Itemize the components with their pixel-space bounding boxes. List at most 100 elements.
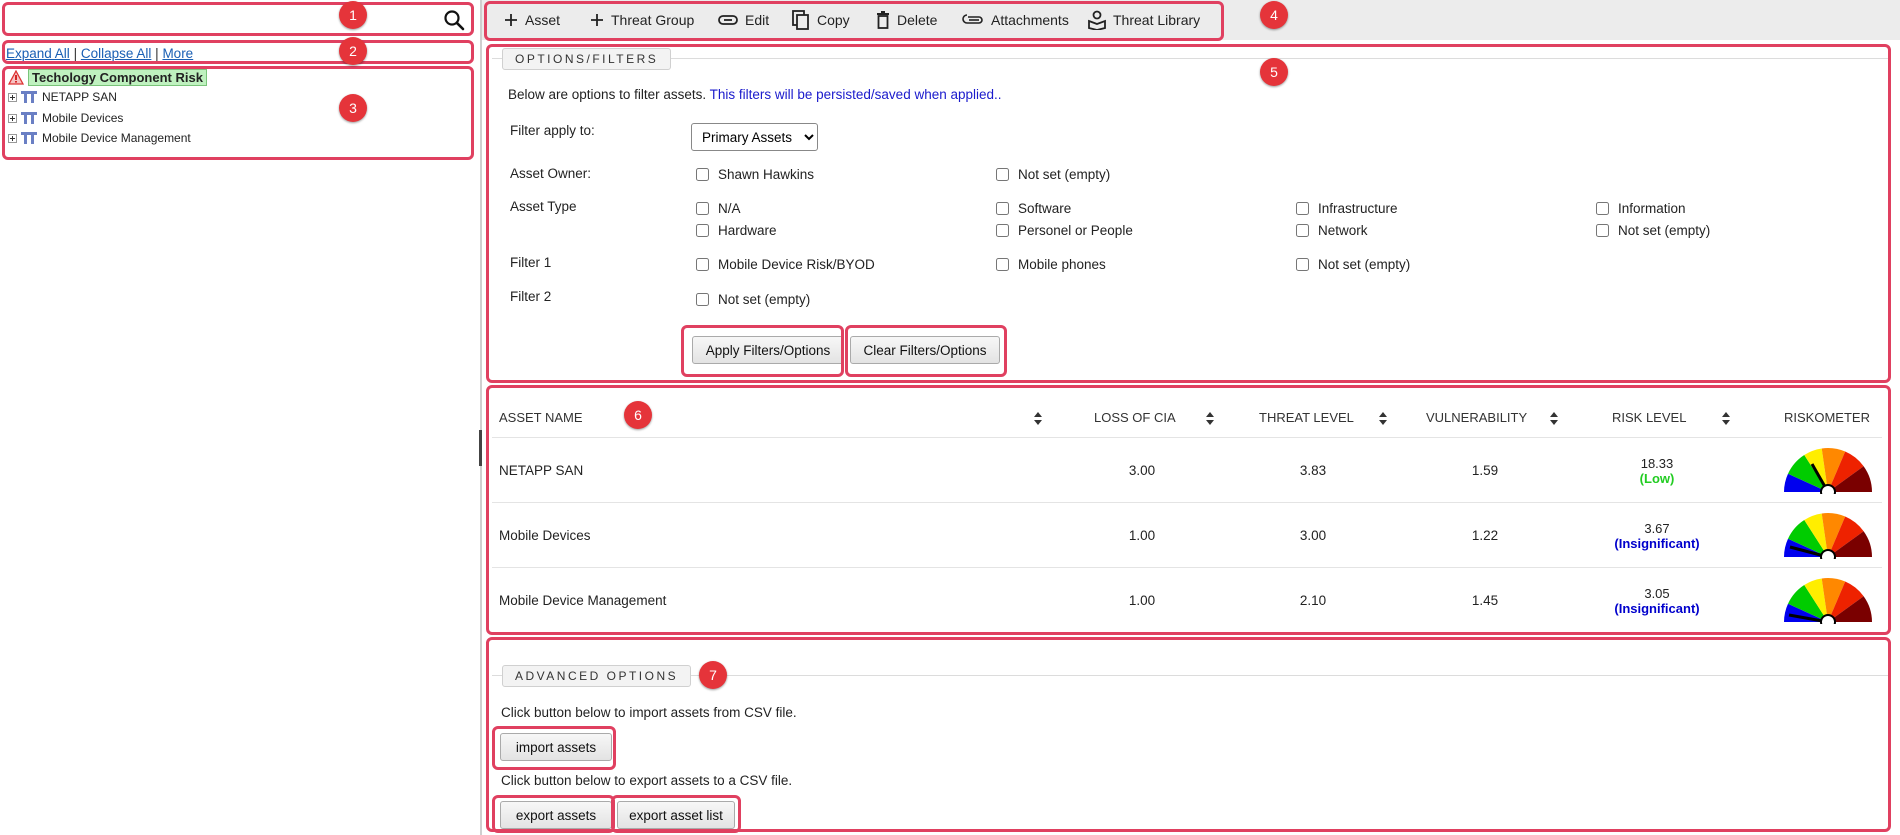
asset-type-checkbox[interactable]: Not set (empty) [1596,223,1710,238]
panel-splitter[interactable] [480,0,482,835]
paperclip-icon [962,14,983,24]
export-asset-list-button[interactable]: export asset list [617,801,735,829]
asset-type-checkbox[interactable]: Infrastructure [1296,201,1398,216]
checkbox[interactable] [696,224,709,237]
threat-library-button[interactable]: Threat Library [1088,0,1200,40]
risk-cell: 3.05 (Insignificant) [1597,586,1717,616]
asset-icon [21,112,37,124]
asset-icon [21,132,37,144]
risk-level-insignificant: (Insignificant) [1614,536,1700,551]
filter1-label: Filter 1 [510,255,552,270]
expand-icon[interactable] [8,133,17,143]
checkbox[interactable] [1596,224,1609,237]
col-header-riskometer: RISKOMETER [1784,410,1870,425]
search-icon[interactable] [443,9,465,34]
asset-type-checkbox[interactable]: N/A [696,201,741,216]
advanced-legend: ADVANCED OPTIONS [502,665,692,687]
attachments-button[interactable]: Attachments [962,0,1069,40]
export-assets-button[interactable]: export assets [500,801,612,829]
warning-icon [8,69,24,85]
checkbox[interactable] [696,168,709,181]
col-header-risk-level[interactable]: RISK LEVEL [1612,410,1686,425]
checkbox[interactable] [1296,258,1309,271]
checkbox[interactable] [996,202,1009,215]
expand-icon[interactable] [8,113,17,123]
import-assets-button[interactable]: import assets [500,733,612,761]
col-header-vulnerability[interactable]: VULNERABILITY [1426,410,1527,425]
asset-type-checkbox[interactable]: Hardware [696,223,777,238]
sort-icon[interactable] [1722,411,1730,427]
checkbox[interactable] [1296,224,1309,237]
checkbox[interactable] [696,202,709,215]
filter1-checkbox[interactable]: Mobile Device Risk/BYOD [696,257,875,272]
checkbox[interactable] [696,258,709,271]
risk-value: 3.67 [1644,521,1670,536]
tree-item-label[interactable]: Mobile Device Management [42,131,191,145]
link-separator: | [73,46,78,61]
filter2-checkbox[interactable]: Not set (empty) [696,292,810,307]
risk-value: 18.33 [1640,456,1674,471]
expand-icon[interactable] [8,92,17,102]
loss-cell: 1.00 [1128,593,1156,608]
clear-filters-button[interactable]: Clear Filters/Options [850,336,1000,364]
tree-item-mobile-device-management[interactable]: Mobile Device Management [8,129,191,147]
tree-item-netapp-san[interactable]: NETAPP SAN [8,88,117,106]
tree-item-mobile-devices[interactable]: Mobile Devices [8,109,123,127]
filters-intro: Below are options to filter assets. This… [508,87,1002,102]
collapse-all-link[interactable]: Collapse All [81,46,152,61]
asset-name-cell[interactable]: Mobile Device Management [499,593,666,608]
asset-type-checkbox[interactable]: Network [1296,223,1368,238]
sort-icon[interactable] [1034,411,1042,427]
asset-owner-label: Asset Owner: [510,166,592,181]
search-input[interactable] [6,6,472,36]
filter1-checkbox[interactable]: Not set (empty) [1296,257,1410,272]
plus-icon [505,14,517,26]
risk-level-low: (Low) [1639,471,1675,486]
checkbox[interactable] [1296,202,1309,215]
filter1-checkbox[interactable]: Mobile phones [996,257,1106,272]
asset-type-checkbox[interactable]: Information [1596,201,1686,216]
more-link[interactable]: More [162,46,193,61]
apply-filters-button[interactable]: Apply Filters/Options [692,336,844,364]
delete-button[interactable]: Delete [876,0,937,40]
checkbox[interactable] [1596,202,1609,215]
asset-icon [21,91,37,103]
asset-owner-checkbox[interactable]: Not set (empty) [996,167,1110,182]
tree-root[interactable]: Techology Component Risk [8,68,207,86]
checkbox[interactable] [996,224,1009,237]
col-header-asset-name[interactable]: ASSET NAME [499,410,583,425]
asset-owner-checkbox[interactable]: Shawn Hawkins [696,167,814,182]
sort-icon[interactable] [1379,411,1387,427]
row-divider [492,502,1882,503]
risk-value: 3.05 [1644,586,1670,601]
checkbox[interactable] [996,258,1009,271]
tree-item-label[interactable]: Mobile Devices [42,111,123,125]
checkbox[interactable] [696,293,709,306]
callout-badge-2: 2 [339,37,367,65]
callout-badge-1: 1 [339,1,367,29]
tree-item-label[interactable]: NETAPP SAN [42,90,117,104]
import-text: Click button below to import assets from… [501,705,797,720]
splitter-handle[interactable] [479,430,482,466]
asset-type-checkbox[interactable]: Personel or People [996,223,1133,238]
asset-name-cell[interactable]: NETAPP SAN [499,463,583,478]
filter2-label: Filter 2 [510,289,552,304]
col-header-threat-level[interactable]: THREAT LEVEL [1259,410,1354,425]
filter-apply-label: Filter apply to: [510,123,595,138]
callout-badge-5: 5 [1260,58,1288,86]
add-asset-button[interactable]: Asset [504,0,560,40]
asset-type-checkbox[interactable]: Software [996,201,1071,216]
add-threat-group-button[interactable]: Threat Group [590,0,694,40]
edit-button[interactable]: Edit [718,0,769,40]
sort-icon[interactable] [1206,411,1214,427]
sort-icon[interactable] [1550,411,1558,427]
callout-badge-3: 3 [339,94,367,122]
expand-all-link[interactable]: Expand All [6,46,70,61]
col-header-loss-of-cia[interactable]: LOSS OF CIA [1094,410,1176,425]
tree-root-label[interactable]: Techology Component Risk [28,68,207,86]
header-divider [492,437,1882,438]
filter-apply-select[interactable]: Primary Assets [691,123,818,151]
checkbox[interactable] [996,168,1009,181]
copy-button[interactable]: Copy [792,0,850,40]
asset-name-cell[interactable]: Mobile Devices [499,528,591,543]
